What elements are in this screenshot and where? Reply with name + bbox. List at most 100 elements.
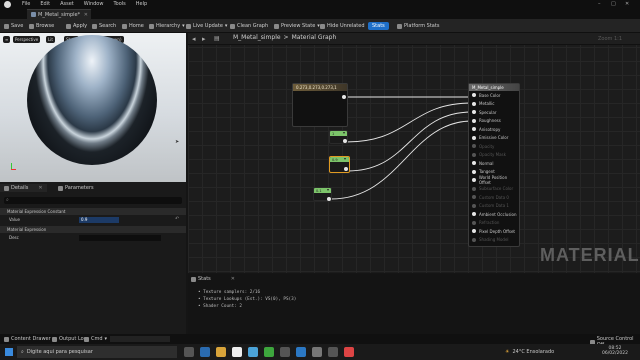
material-pin-label: Emissive Color — [479, 135, 509, 141]
pin-dot-icon[interactable] — [472, 237, 476, 242]
pin-dot-icon[interactable] — [472, 135, 476, 140]
material-node-title: M_Metal_simple — [469, 84, 519, 91]
wire-roughness — [330, 120, 473, 200]
material-pin[interactable]: Subsurface Color — [469, 185, 519, 194]
task-view-icon[interactable] — [184, 347, 194, 357]
output-log-button[interactable]: Output Log — [52, 336, 87, 342]
material-pin[interactable]: Shading Model — [469, 236, 519, 245]
constant-3-output-pin[interactable] — [327, 197, 331, 201]
sun-icon: ☀ — [505, 349, 510, 355]
material-pin-label: Normal — [479, 160, 494, 166]
pin-dot-icon[interactable] — [472, 110, 476, 115]
edge-icon[interactable] — [200, 347, 210, 357]
constant-node-2[interactable]: 0.9 ▾ — [329, 156, 350, 173]
wire-specular — [347, 111, 473, 172]
app-icon[interactable] — [312, 347, 322, 357]
constant-2-output-pin[interactable] — [344, 167, 348, 171]
stats-panel — [188, 274, 640, 334]
stats-tab[interactable]: Stats ✕ — [191, 276, 235, 282]
clock[interactable]: 08:52 06/02/2022 — [600, 346, 630, 356]
material-pin-label: Roughness — [479, 118, 501, 124]
vector-node-title: 0.273,0.273,0.273,1 — [293, 84, 347, 91]
material-pin-label: Opacity Mask — [479, 152, 506, 158]
pin-dot-icon[interactable] — [472, 144, 476, 149]
vector-output-pin[interactable] — [342, 95, 346, 99]
pin-dot-icon[interactable] — [472, 195, 476, 200]
material-pin-label: Subsurface Color — [479, 186, 514, 192]
material-pin-label: World Position Offset — [478, 175, 508, 186]
pin-dot-icon[interactable] — [472, 93, 476, 98]
pin-dot-icon[interactable] — [472, 229, 476, 234]
material-pin[interactable]: Opacity Mask — [469, 151, 519, 160]
material-pin-label: Anisotropy — [479, 126, 501, 132]
windows-start-icon[interactable] — [5, 348, 13, 356]
material-pin-label: Metallic — [479, 101, 495, 107]
app-icon[interactable] — [344, 347, 354, 357]
pin-dot-icon[interactable] — [472, 127, 476, 132]
chevron-down-icon[interactable]: ▾ — [327, 187, 329, 192]
app-icon[interactable] — [328, 347, 338, 357]
pin-dot-icon[interactable] — [472, 152, 476, 157]
material-pin[interactable]: Base Color — [469, 91, 519, 100]
chevron-down-icon[interactable]: ▾ — [343, 130, 345, 135]
constant4-vector-node[interactable]: 0.273,0.273,0.273,1 — [292, 83, 348, 127]
app-icon[interactable] — [280, 347, 290, 357]
material-pin-label: Pixel Depth Offset — [479, 228, 515, 234]
material-pin[interactable]: Pixel Depth Offset — [469, 227, 519, 236]
stats-line: • Shader Count: 2 — [198, 304, 242, 309]
pin-dot-icon[interactable] — [472, 161, 476, 166]
taskbar-search-box[interactable]: ⌕ Digite aqui para pesquisar — [17, 346, 177, 358]
pin-dot-icon[interactable] — [472, 178, 476, 183]
constant-node-1[interactable]: 1 ▾ — [329, 130, 348, 144]
stats-icon — [191, 276, 196, 282]
material-pin[interactable]: Custom Data 0 — [469, 193, 519, 202]
unreal-taskbar-icon[interactable] — [232, 347, 242, 357]
pin-dot-icon[interactable] — [472, 169, 476, 174]
material-pin-label: Shading Model — [479, 237, 509, 243]
material-pin-list: Base Color Metallic Specular Roughness Aniso… — [469, 91, 519, 244]
console-command-input[interactable] — [110, 336, 170, 342]
tab-close-icon[interactable]: ✕ — [231, 276, 235, 282]
chevron-down-icon[interactable]: ▾ — [344, 156, 346, 161]
pin-dot-icon[interactable] — [472, 186, 476, 191]
material-pin[interactable]: Roughness — [469, 117, 519, 126]
pin-dot-icon[interactable] — [472, 212, 476, 217]
material-pin-label: Opacity — [479, 143, 495, 149]
app-icon[interactable] — [296, 347, 306, 357]
output-log-icon — [52, 336, 57, 342]
material-pin-label: Base Color — [479, 92, 501, 98]
material-result-node[interactable]: M_Metal_simple Base Color Metallic Specula… — [468, 83, 520, 247]
stats-line: • Texture Lookups (Est.): VS(0), PS(3) — [198, 297, 297, 302]
material-pin[interactable]: Opacity — [469, 142, 519, 151]
material-pin[interactable]: Anisotropy — [469, 125, 519, 134]
content-drawer-button[interactable]: Content Drawer — [4, 336, 51, 342]
material-pin-label: Custom Data 1 — [479, 203, 509, 209]
pin-dot-icon[interactable] — [472, 203, 476, 208]
windows-taskbar: ⌕ Digite aqui para pesquisar ☀ 24°C Enso… — [0, 344, 640, 360]
wire-metallic — [345, 102, 473, 143]
search-icon: ⌕ — [21, 349, 24, 355]
status-bar: Content Drawer Output Log Cmd ▾ Source Co… — [0, 334, 640, 348]
material-pin[interactable]: Custom Data 1 — [469, 202, 519, 211]
file-explorer-icon[interactable] — [216, 347, 226, 357]
pin-dot-icon[interactable] — [472, 220, 476, 225]
material-pin-label: Custom Data 0 — [479, 194, 509, 200]
material-pin[interactable]: Normal — [469, 159, 519, 168]
material-pin-label: Specular — [479, 109, 497, 115]
material-pin[interactable]: Emissive Color — [469, 134, 519, 143]
material-pin[interactable]: World Position Offset — [469, 175, 519, 186]
material-pin[interactable]: Specular — [469, 108, 519, 117]
constant-node-3[interactable]: 0.1 ▾ — [313, 187, 332, 201]
pin-dot-icon[interactable] — [472, 101, 476, 106]
material-pin-label: Refraction — [479, 220, 500, 226]
material-pin[interactable]: Ambient Occlusion — [469, 210, 519, 219]
material-pin-label: Ambient Occlusion — [479, 211, 517, 217]
app-icon[interactable] — [264, 347, 274, 357]
app-icon[interactable] — [248, 347, 258, 357]
constant-1-output-pin[interactable] — [343, 139, 347, 143]
weather-widget[interactable]: ☀ 24°C Ensolarado — [505, 349, 554, 355]
material-pin[interactable]: Metallic — [469, 100, 519, 109]
material-pin[interactable]: Refraction — [469, 219, 519, 228]
cmd-dropdown[interactable]: Cmd ▾ — [84, 336, 107, 342]
pin-dot-icon[interactable] — [472, 118, 476, 123]
